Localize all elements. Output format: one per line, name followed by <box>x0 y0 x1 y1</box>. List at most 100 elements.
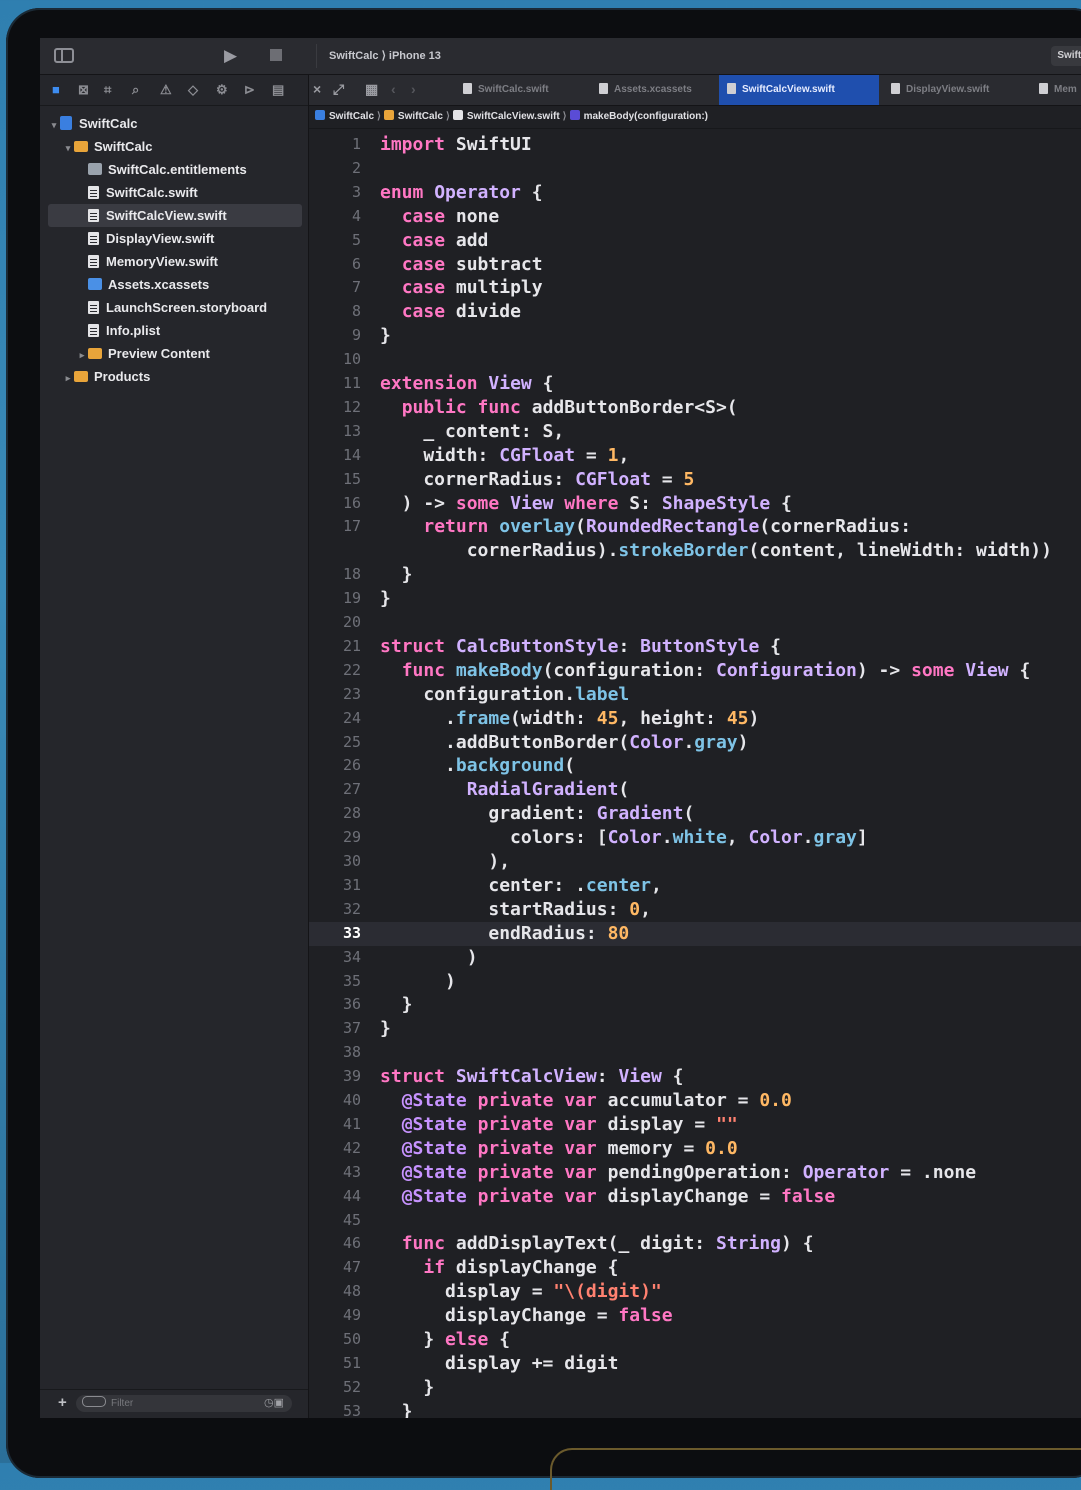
line-number: 4 <box>351 206 361 225</box>
editor-tab[interactable]: SwiftCalcView.swift <box>719 75 879 105</box>
disclosure-icon[interactable]: ▸ <box>76 344 88 367</box>
disclosure-icon[interactable]: ▸ <box>62 367 74 390</box>
line-number: 47 <box>342 1258 361 1277</box>
line-number: 1 <box>351 135 361 153</box>
code-line: .frame(width: 45, height: 45) <box>380 707 759 731</box>
code-token: gray <box>813 827 857 849</box>
code-token: return <box>423 516 489 538</box>
file-tree-label: LaunchScreen.storyboard <box>106 300 268 315</box>
code-token: strokeBorder <box>618 540 749 562</box>
grid-icon[interactable]: ▦ <box>365 81 378 98</box>
code-token: case <box>401 277 446 299</box>
disclosure-icon[interactable]: ▾ <box>48 114 60 137</box>
jumpbar-folder[interactable]: SwiftCalc <box>398 111 443 122</box>
symbol-icon[interactable]: ⌗ <box>104 82 111 98</box>
swift-file-icon <box>88 324 99 337</box>
line-number: 43 <box>342 1162 361 1181</box>
code-line: @State private var pendingOperation: Ope… <box>380 1161 976 1185</box>
code-line: _ content: S, <box>380 420 564 444</box>
file-tree-item[interactable]: ▾ SwiftCalc <box>40 112 308 135</box>
code-line: configuration.label <box>380 683 629 707</box>
code-token: cornerRadius). <box>380 540 619 562</box>
code-token: 0 <box>629 898 641 920</box>
code-token: } <box>380 588 391 610</box>
back-icon[interactable]: ‹ <box>391 81 396 97</box>
line-number: 2 <box>351 158 361 177</box>
code-token: CGFloat <box>575 468 651 490</box>
file-tree-item[interactable]: ▸ Products <box>40 365 308 388</box>
jumpbar-project[interactable]: SwiftCalc <box>329 111 374 122</box>
line-number: 8 <box>351 302 361 321</box>
editor-tab[interactable]: DisplayView.swift <box>883 75 1027 105</box>
scheme-selector[interactable]: SwiftCalc ⟩ iPhone 13 <box>316 44 453 68</box>
file-tree-item[interactable]: Info.plist <box>40 319 308 342</box>
add-icon[interactable]: + <box>58 1394 67 1411</box>
code-token: white <box>672 827 727 849</box>
forward-icon[interactable]: › <box>411 81 416 97</box>
code-token: . <box>380 755 456 777</box>
code-token: RadialGradient <box>466 779 619 801</box>
line-number: 34 <box>342 947 361 966</box>
file-tree-item[interactable]: SwiftCalc.swift <box>40 181 308 204</box>
code-token: where <box>564 492 619 514</box>
file-tree-item[interactable]: ▸ Preview Content <box>40 342 308 365</box>
file-tree-item[interactable]: DisplayView.swift <box>40 227 308 250</box>
editor-tab[interactable]: Assets.xcassets <box>591 75 719 105</box>
code-token: @State <box>401 1185 467 1207</box>
code-token: false <box>781 1185 836 1207</box>
code-line: case multiply <box>380 276 543 300</box>
code-token: Color <box>748 827 803 849</box>
stop-icon[interactable] <box>270 49 282 61</box>
editor-tab[interactable]: Mem <box>1031 75 1081 105</box>
tab-label: SwiftCalc.swift <box>478 84 549 95</box>
breakpoint-icon[interactable]: ⊳ <box>244 82 255 98</box>
code-line: return overlay(RoundedRectangle(cornerRa… <box>380 515 911 539</box>
file-tree-item[interactable]: SwiftCalcView.swift <box>48 204 302 227</box>
code-token: frame <box>455 707 511 729</box>
code-line: case none <box>380 205 500 229</box>
file-tree-item[interactable]: LaunchScreen.storyboard <box>40 296 308 319</box>
code-token: overlay <box>499 516 576 538</box>
code-token: label <box>575 683 630 705</box>
search-icon[interactable]: ⌕ <box>132 82 139 98</box>
line-number: 10 <box>342 350 361 369</box>
warning-icon[interactable]: ⚠ <box>160 82 172 98</box>
related-items-icon[interactable]: ⤢ <box>333 81 344 98</box>
play-icon[interactable]: ▶ <box>224 46 237 66</box>
editor-tab[interactable]: SwiftCalc.swift <box>455 75 591 105</box>
code-token: Color <box>629 731 684 753</box>
disclosure-icon[interactable]: ▾ <box>62 137 74 160</box>
file-tree-item[interactable]: ▾ SwiftCalc <box>40 135 308 158</box>
folder-icon[interactable]: ■ <box>52 82 60 97</box>
file-tree-item[interactable]: Assets.xcassets <box>40 273 308 296</box>
debug-icon[interactable]: ⚙ <box>216 82 228 98</box>
recent-files-icon[interactable]: ◷▣ <box>264 1395 284 1412</box>
file-tree-item[interactable]: MemoryView.swift <box>40 250 308 273</box>
file-tree-label: SwiftCalc.entitlements <box>108 162 247 177</box>
code-token: endRadius: <box>380 922 608 944</box>
code-area[interactable]: 1 import SwiftUI 2 3 enum Operator {4 case n… <box>309 129 1081 1418</box>
code-token: { <box>770 492 792 514</box>
code-line: ), <box>380 850 510 874</box>
code-token: . <box>380 707 456 729</box>
code-line: } <box>380 1017 391 1041</box>
source-control-icon[interactable]: ⊠ <box>78 82 89 98</box>
file-tree-item[interactable]: SwiftCalc.entitlements <box>40 158 308 181</box>
filter-input[interactable]: Filter ◷▣ <box>76 1395 292 1412</box>
close-icon[interactable]: × <box>313 81 321 97</box>
jumpbar-file[interactable]: SwiftCalcView.swift <box>467 111 560 122</box>
report-icon[interactable]: ▤ <box>272 82 284 98</box>
test-icon[interactable]: ◇ <box>188 82 198 98</box>
jumpbar-symbol[interactable]: makeBody(configuration:) <box>584 111 708 122</box>
code-token: 0.0 <box>759 1090 792 1111</box>
line-number: 23 <box>342 684 361 703</box>
sidebar-toggle-icon[interactable] <box>54 48 74 63</box>
code-token: (cornerRadius: <box>759 516 912 538</box>
code-line: ) <box>380 946 478 970</box>
